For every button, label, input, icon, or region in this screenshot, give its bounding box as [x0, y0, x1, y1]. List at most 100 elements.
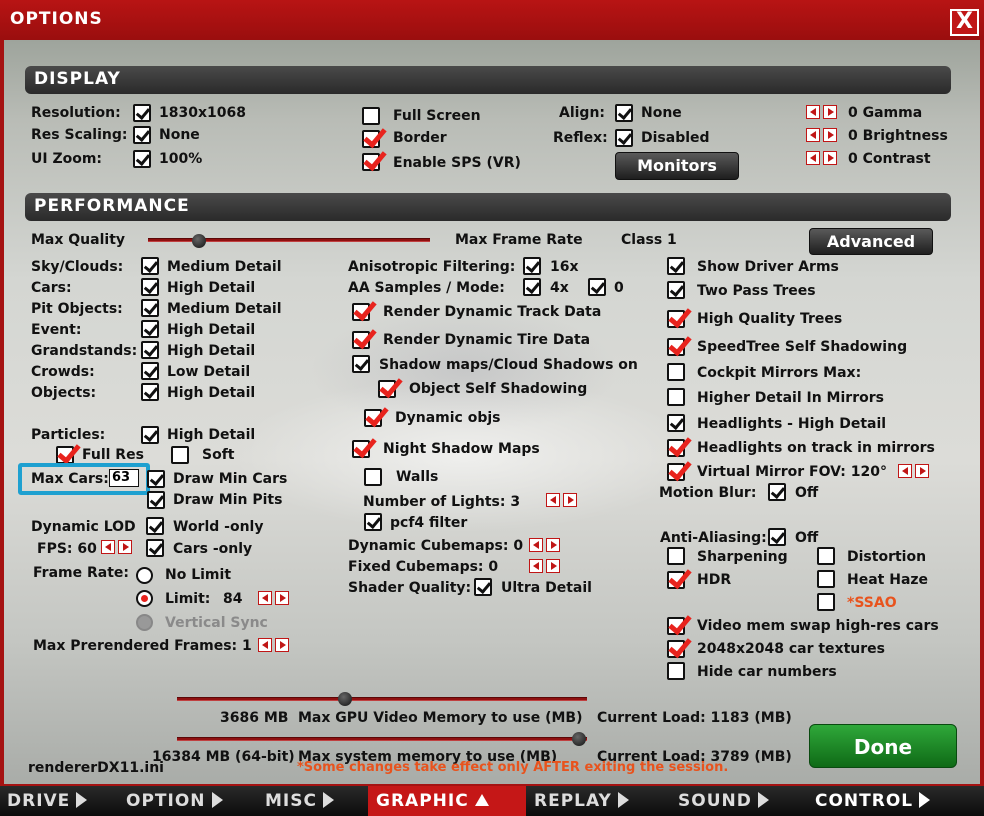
- render-track-checkbox[interactable]: [352, 303, 370, 321]
- reflex-value[interactable]: Disabled: [641, 130, 710, 147]
- aniso-value[interactable]: 16x: [550, 259, 579, 276]
- detail-row-value[interactable]: Low Detail: [167, 364, 250, 381]
- detail-row-value[interactable]: High Detail: [167, 343, 255, 360]
- fov-right-arrow-icon[interactable]: [915, 464, 929, 478]
- headlights-track-checkbox[interactable]: [667, 439, 685, 457]
- detail-row-checkbox[interactable]: [141, 278, 159, 296]
- gpu-memory-knob[interactable]: [338, 692, 353, 706]
- nav-drive[interactable]: DRIVE: [7, 786, 88, 816]
- night-shadow-checkbox[interactable]: [352, 440, 370, 458]
- detail-row-value[interactable]: High Detail: [167, 322, 255, 339]
- detail-row-value[interactable]: High Detail: [167, 280, 255, 297]
- contrast-left-arrow-icon[interactable]: [806, 151, 820, 165]
- aa-samples-value[interactable]: 4x: [550, 280, 569, 297]
- fixed-cubemaps-left-arrow-icon[interactable]: [529, 559, 543, 573]
- dyn-cubemaps-right-arrow-icon[interactable]: [546, 538, 560, 552]
- res-scaling-checkbox[interactable]: [133, 126, 151, 144]
- draw-min-pits-checkbox[interactable]: [147, 491, 165, 509]
- lights-left-arrow-icon[interactable]: [546, 493, 560, 507]
- limit-left-arrow-icon[interactable]: [258, 591, 272, 605]
- enable-sps-checkbox[interactable]: [362, 153, 380, 171]
- max-cars-input[interactable]: 63: [109, 469, 139, 487]
- brightness-right-arrow-icon[interactable]: [823, 128, 837, 142]
- fov-left-arrow-icon[interactable]: [898, 464, 912, 478]
- hide-car-numbers-checkbox[interactable]: [667, 662, 685, 680]
- align-checkbox[interactable]: [615, 104, 633, 122]
- nav-replay[interactable]: REPLAY: [534, 786, 629, 816]
- lights-right-arrow-icon[interactable]: [563, 493, 577, 507]
- max-quality-slider[interactable]: [148, 238, 430, 242]
- contrast-right-arrow-icon[interactable]: [823, 151, 837, 165]
- ssao-checkbox[interactable]: [817, 593, 835, 611]
- aa-mode-checkbox[interactable]: [588, 278, 606, 296]
- world-only-checkbox[interactable]: [146, 517, 164, 535]
- soft-checkbox[interactable]: [171, 446, 189, 464]
- gamma-right-arrow-icon[interactable]: [823, 105, 837, 119]
- nav-misc[interactable]: MISC: [265, 786, 334, 816]
- detail-row-value[interactable]: High Detail: [167, 385, 255, 402]
- system-memory-slider[interactable]: [177, 737, 587, 741]
- advanced-button[interactable]: Advanced: [809, 228, 933, 255]
- detail-row-checkbox[interactable]: [141, 383, 159, 401]
- walls-checkbox[interactable]: [364, 468, 382, 486]
- ui-zoom-checkbox[interactable]: [133, 150, 151, 168]
- fps-right-arrow-icon[interactable]: [118, 540, 132, 554]
- fps-left-arrow-icon[interactable]: [101, 540, 115, 554]
- show-driver-arms-checkbox[interactable]: [667, 257, 685, 275]
- virtual-mirror-checkbox[interactable]: [667, 463, 685, 481]
- higher-detail-mirrors-checkbox[interactable]: [667, 388, 685, 406]
- speedtree-checkbox[interactable]: [667, 338, 685, 356]
- nav-control[interactable]: CONTROL: [815, 786, 931, 816]
- align-value[interactable]: None: [641, 105, 682, 122]
- two-pass-trees-checkbox[interactable]: [667, 281, 685, 299]
- ui-zoom-value[interactable]: 100%: [159, 151, 202, 168]
- border-checkbox[interactable]: [362, 130, 380, 148]
- done-button[interactable]: Done: [809, 724, 957, 768]
- detail-row-value[interactable]: Medium Detail: [167, 259, 282, 276]
- detail-row-checkbox[interactable]: [141, 341, 159, 359]
- full-screen-checkbox[interactable]: [362, 107, 380, 125]
- aa-mode-value[interactable]: 0: [614, 280, 624, 297]
- motion-blur-checkbox[interactable]: [768, 483, 786, 501]
- no-limit-radio[interactable]: [136, 567, 153, 584]
- hq-trees-checkbox[interactable]: [667, 310, 685, 328]
- dynamic-objs-checkbox[interactable]: [364, 409, 382, 427]
- max-quality-knob[interactable]: [191, 234, 206, 248]
- res-scaling-value[interactable]: None: [159, 127, 200, 144]
- shadow-maps-checkbox[interactable]: [352, 355, 370, 373]
- video-mem-swap-checkbox[interactable]: [667, 617, 685, 635]
- system-memory-knob[interactable]: [571, 732, 586, 746]
- particles-value[interactable]: High Detail: [167, 427, 255, 444]
- shader-quality-checkbox[interactable]: [474, 578, 492, 596]
- draw-min-cars-checkbox[interactable]: [147, 470, 165, 488]
- object-self-shadowing-checkbox[interactable]: [378, 380, 396, 398]
- close-button[interactable]: X: [950, 9, 979, 36]
- nav-sound[interactable]: SOUND: [678, 786, 769, 816]
- cars-only-checkbox[interactable]: [146, 539, 164, 557]
- particles-checkbox[interactable]: [141, 426, 159, 444]
- motion-blur-value[interactable]: Off: [795, 485, 818, 502]
- full-res-checkbox[interactable]: [56, 446, 74, 464]
- heat-haze-checkbox[interactable]: [817, 570, 835, 588]
- brightness-left-arrow-icon[interactable]: [806, 128, 820, 142]
- vertical-sync-radio[interactable]: [136, 614, 153, 631]
- pcf4-checkbox[interactable]: [364, 513, 382, 531]
- dyn-cubemaps-left-arrow-icon[interactable]: [529, 538, 543, 552]
- car-textures-checkbox[interactable]: [667, 640, 685, 658]
- detail-row-checkbox[interactable]: [141, 362, 159, 380]
- cockpit-mirrors-checkbox[interactable]: [667, 363, 685, 381]
- nav-graphic[interactable]: GRAPHIC: [368, 786, 526, 816]
- monitors-button[interactable]: Monitors: [615, 152, 739, 180]
- prerendered-left-arrow-icon[interactable]: [258, 638, 272, 652]
- prerendered-right-arrow-icon[interactable]: [275, 638, 289, 652]
- hdr-checkbox[interactable]: [667, 571, 685, 589]
- gpu-memory-slider[interactable]: [177, 697, 587, 701]
- headlights-hd-checkbox[interactable]: [667, 414, 685, 432]
- detail-row-value[interactable]: Medium Detail: [167, 301, 282, 318]
- anti-aliasing-value[interactable]: Off: [795, 530, 818, 547]
- resolution-checkbox[interactable]: [133, 104, 151, 122]
- limit-right-arrow-icon[interactable]: [275, 591, 289, 605]
- render-tire-checkbox[interactable]: [352, 331, 370, 349]
- limit-radio[interactable]: [136, 590, 153, 607]
- detail-row-checkbox[interactable]: [141, 257, 159, 275]
